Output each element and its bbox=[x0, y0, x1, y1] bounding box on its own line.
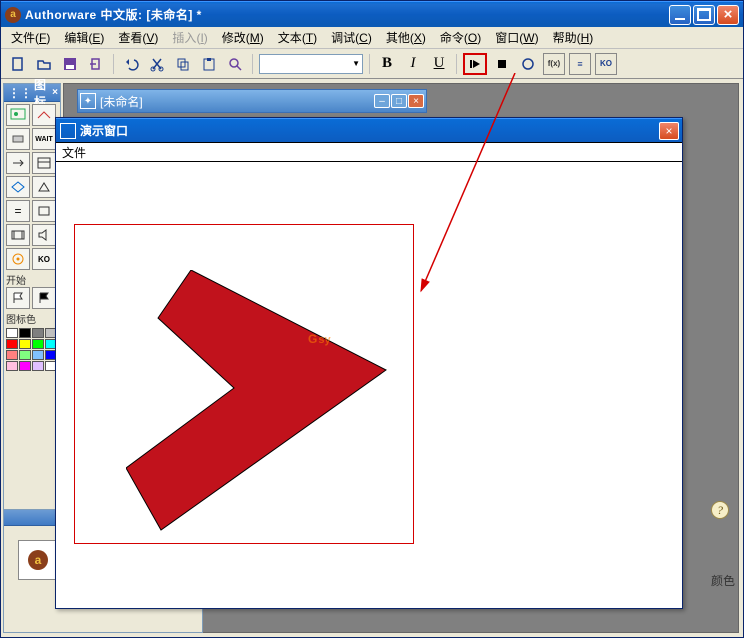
ko-button[interactable]: KO bbox=[595, 53, 617, 75]
maximize-button[interactable] bbox=[693, 5, 715, 25]
presentation-menubar: 文件 bbox=[56, 142, 682, 162]
color-label: 图标色 bbox=[6, 311, 58, 326]
titlebar: a Authorware 中文版: [未命名] * bbox=[1, 1, 743, 27]
presentation-menu-file[interactable]: 文件 bbox=[62, 144, 86, 161]
menu-command[interactable]: 命令(O) bbox=[434, 27, 487, 48]
menu-view[interactable]: 查看(V) bbox=[112, 27, 164, 48]
save-button[interactable] bbox=[59, 53, 81, 75]
start-flag[interactable] bbox=[6, 287, 30, 309]
nav-icon[interactable] bbox=[6, 152, 30, 174]
flowline-window[interactable]: ✦ [未命名] – □ × bbox=[77, 89, 427, 113]
cut-button[interactable] bbox=[146, 53, 168, 75]
display-icon[interactable] bbox=[6, 104, 30, 126]
swatch[interactable] bbox=[6, 361, 18, 371]
toolbar-sep bbox=[252, 54, 253, 74]
trace-button[interactable]: f(x) bbox=[543, 53, 565, 75]
icon-palette: ⋮⋮ 图标 × WAIT = KO 开始 图标色 bbox=[3, 83, 61, 513]
presentation-icon bbox=[60, 123, 76, 139]
map-icon[interactable] bbox=[32, 200, 56, 222]
swatch[interactable] bbox=[32, 361, 44, 371]
paste-button[interactable] bbox=[198, 53, 220, 75]
toolbar: ▼ B I U f(x) ≡ KO bbox=[1, 49, 743, 79]
motion-icon[interactable] bbox=[32, 104, 56, 126]
app-icon: a bbox=[5, 7, 21, 23]
app-title: Authorware 中文版: [未命名] * bbox=[25, 6, 669, 23]
menu-other[interactable]: 其他(X) bbox=[380, 27, 432, 48]
presentation-close[interactable]: × bbox=[659, 122, 679, 140]
play-button[interactable] bbox=[463, 53, 487, 75]
swatch[interactable] bbox=[6, 339, 18, 349]
window-controls bbox=[669, 5, 739, 25]
bold-button[interactable]: B bbox=[376, 53, 398, 75]
ko-icon[interactable]: KO bbox=[32, 248, 56, 270]
swatch[interactable] bbox=[19, 328, 31, 338]
menu-edit[interactable]: 编辑(E) bbox=[58, 27, 110, 48]
menubar: 文件(F) 编辑(E) 查看(V) 插入(I) 修改(M) 文本(T) 调试(C… bbox=[1, 27, 743, 49]
decision-icon[interactable] bbox=[6, 176, 30, 198]
wait-icon[interactable]: WAIT bbox=[32, 128, 56, 150]
vars-button[interactable]: ≡ bbox=[569, 53, 591, 75]
flow-close[interactable]: × bbox=[408, 94, 424, 108]
menu-window[interactable]: 窗口(W) bbox=[489, 27, 544, 48]
open-button[interactable] bbox=[33, 53, 55, 75]
minimize-button[interactable] bbox=[669, 5, 691, 25]
find-button[interactable] bbox=[224, 53, 246, 75]
undo-button[interactable] bbox=[120, 53, 142, 75]
color-swatches bbox=[6, 328, 58, 371]
menu-insert: 插入(I) bbox=[166, 27, 213, 48]
calc-icon[interactable]: = bbox=[6, 200, 30, 222]
swatch[interactable] bbox=[6, 350, 18, 360]
swatch[interactable] bbox=[32, 339, 44, 349]
swatch[interactable] bbox=[19, 350, 31, 360]
swatch[interactable] bbox=[19, 339, 31, 349]
dvd-icon[interactable] bbox=[6, 248, 30, 270]
menu-text[interactable]: 文本(T) bbox=[272, 27, 323, 48]
sound-icon[interactable] bbox=[32, 224, 56, 246]
new-button[interactable] bbox=[7, 53, 29, 75]
eject-button[interactable] bbox=[517, 53, 539, 75]
import-button[interactable] bbox=[85, 53, 107, 75]
stop-button[interactable] bbox=[491, 53, 513, 75]
toolbar-sep bbox=[456, 54, 457, 74]
arrow-shape[interactable] bbox=[126, 270, 426, 550]
palette-close[interactable]: × bbox=[52, 87, 58, 98]
app-window: a Authorware 中文版: [未命名] * 文件(F) 编辑(E) 查看… bbox=[0, 0, 744, 638]
toolbar-sep bbox=[369, 54, 370, 74]
italic-button[interactable]: I bbox=[402, 53, 424, 75]
flow-min[interactable]: – bbox=[374, 94, 390, 108]
menu-help[interactable]: 帮助(H) bbox=[547, 27, 600, 48]
underline-button[interactable]: U bbox=[428, 53, 450, 75]
presentation-canvas[interactable]: Gsy bbox=[56, 162, 682, 608]
grip-icon: ⋮⋮ bbox=[8, 86, 32, 100]
swatch[interactable] bbox=[32, 350, 44, 360]
presentation-title: 演示窗口 bbox=[80, 122, 659, 139]
chevron-down-icon: ▼ bbox=[352, 59, 360, 68]
presentation-window: 演示窗口 × 文件 Gsy bbox=[55, 117, 683, 609]
swatch[interactable] bbox=[19, 361, 31, 371]
toolbar-sep bbox=[113, 54, 114, 74]
color-label-right: 颜色 bbox=[711, 572, 735, 589]
help-icon[interactable]: ? bbox=[711, 501, 729, 519]
start-label: 开始 bbox=[6, 272, 58, 287]
icon-preview[interactable]: a bbox=[18, 540, 58, 580]
flow-icon: ✦ bbox=[80, 93, 96, 109]
swatch[interactable] bbox=[6, 328, 18, 338]
flow-title: [未命名] bbox=[100, 93, 374, 110]
font-combo[interactable]: ▼ bbox=[259, 54, 363, 74]
palette-title[interactable]: ⋮⋮ 图标 × bbox=[4, 84, 60, 102]
menu-modify[interactable]: 修改(M) bbox=[216, 27, 270, 48]
copy-button[interactable] bbox=[172, 53, 194, 75]
menu-debug[interactable]: 调试(C) bbox=[325, 27, 378, 48]
erase-icon[interactable] bbox=[6, 128, 30, 150]
framework-icon[interactable] bbox=[32, 152, 56, 174]
menu-file[interactable]: 文件(F) bbox=[5, 27, 56, 48]
swatch[interactable] bbox=[32, 328, 44, 338]
flow-max[interactable]: □ bbox=[391, 94, 407, 108]
movie-icon[interactable] bbox=[6, 224, 30, 246]
presentation-titlebar[interactable]: 演示窗口 × bbox=[56, 118, 682, 142]
watermark: Gsy bbox=[308, 332, 331, 346]
stop-flag[interactable] bbox=[32, 287, 56, 309]
close-button[interactable] bbox=[717, 5, 739, 25]
interaction-icon[interactable] bbox=[32, 176, 56, 198]
